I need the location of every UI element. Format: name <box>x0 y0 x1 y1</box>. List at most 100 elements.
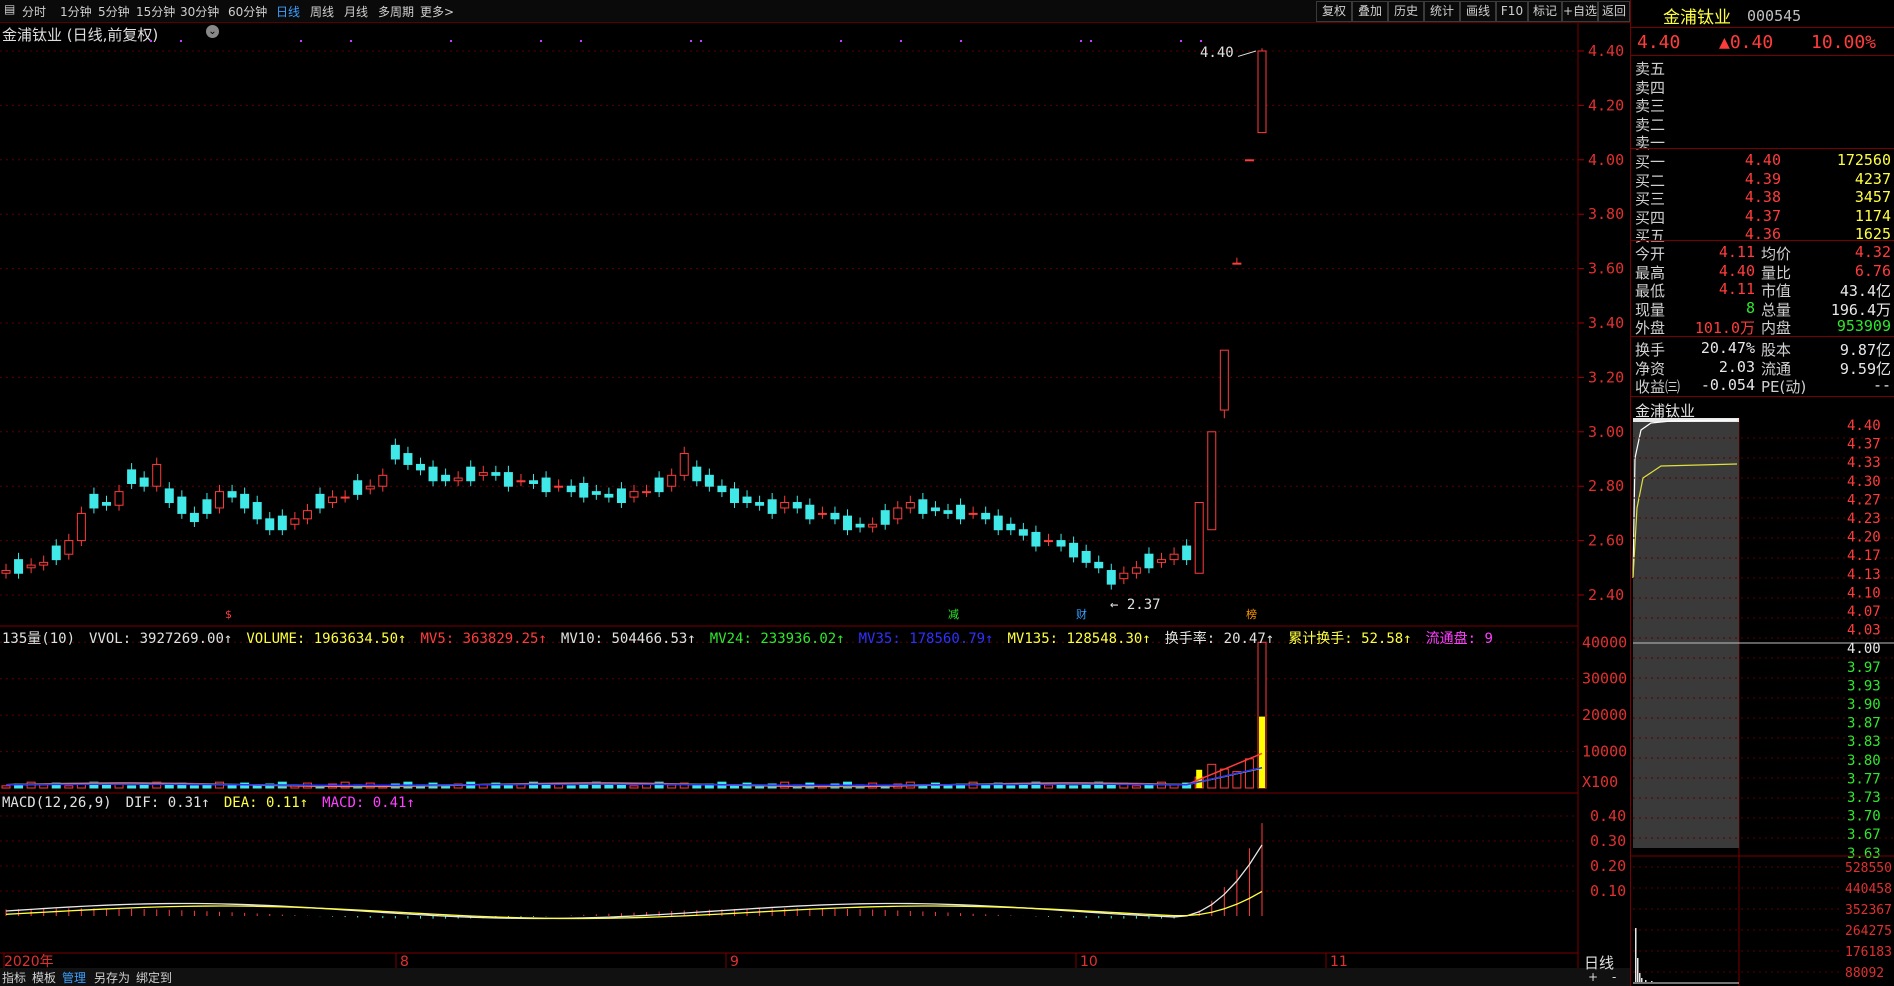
candle-body[interactable] <box>1144 553 1154 569</box>
candle-body[interactable] <box>265 518 275 531</box>
candle-body[interactable] <box>1244 159 1254 162</box>
candle-body[interactable] <box>1006 523 1016 531</box>
candle-body[interactable] <box>717 485 727 493</box>
candle-body[interactable] <box>390 444 400 460</box>
candle-body[interactable] <box>968 512 978 515</box>
candle-body[interactable] <box>503 472 513 487</box>
candle-body[interactable] <box>1106 570 1116 585</box>
candle-body[interactable] <box>843 515 853 531</box>
toolbar-action-3[interactable]: 统计 <box>1424 1 1460 22</box>
candle-body[interactable] <box>64 540 74 555</box>
toolbar-action-2[interactable]: 历史 <box>1388 1 1424 22</box>
candle-body[interactable] <box>114 491 124 506</box>
candle-body[interactable] <box>227 491 237 498</box>
menu-icon[interactable]: ▤ <box>4 2 15 16</box>
candle-body[interactable] <box>415 463 425 471</box>
candle-body[interactable] <box>1169 553 1179 561</box>
candle-body[interactable] <box>868 523 878 528</box>
candle-body[interactable] <box>1069 542 1079 558</box>
candle-body[interactable] <box>101 502 111 506</box>
period-tab-3[interactable]: 15分钟 <box>136 3 175 20</box>
candle-body[interactable] <box>604 493 614 498</box>
bottom-tab-3[interactable]: 另存为 <box>94 969 130 986</box>
period-tab-4[interactable]: 30分钟 <box>180 3 219 20</box>
period-tab-6[interactable]: 日线 <box>276 3 300 20</box>
period-tab-9[interactable]: 多周期 <box>378 3 414 20</box>
candle-body[interactable] <box>139 477 149 487</box>
candle-body[interactable] <box>981 512 991 520</box>
candle-body[interactable] <box>14 559 24 574</box>
candle-body[interactable] <box>780 502 790 509</box>
candle-body[interactable] <box>1056 540 1066 547</box>
toolbar-action-1[interactable]: 叠加 <box>1352 1 1388 22</box>
candle-body[interactable] <box>478 472 488 476</box>
candle-body[interactable] <box>365 485 375 490</box>
candle-body[interactable] <box>39 561 49 566</box>
candle-body[interactable] <box>152 463 162 487</box>
candle-body[interactable] <box>428 466 438 482</box>
candle-body[interactable] <box>943 510 953 514</box>
candle-body[interactable] <box>378 474 388 487</box>
candle-body[interactable] <box>855 523 865 528</box>
candle-body[interactable] <box>127 469 137 484</box>
candle-body[interactable] <box>466 466 476 482</box>
candle-body[interactable] <box>1232 262 1242 265</box>
candle-body[interactable] <box>616 488 626 504</box>
candle-body[interactable] <box>1119 572 1129 580</box>
toolbar-action-4[interactable]: 画线 <box>1460 1 1496 22</box>
candle-body[interactable] <box>164 488 174 504</box>
candle-body[interactable] <box>89 493 99 509</box>
candle-body[interactable] <box>805 504 815 520</box>
candle-body[interactable] <box>742 496 752 504</box>
kline-chart-area[interactable]: 金浦钛业 (日线,前复权) ⌄ 4.40 4.20 4.00 3.80 3.60 3.40… <box>0 23 1630 985</box>
candle-body[interactable] <box>893 507 903 520</box>
zoom-out-icon[interactable]: - <box>1612 970 1616 984</box>
candle-body[interactable] <box>1194 502 1204 574</box>
candle-body[interactable] <box>189 512 199 523</box>
event-marker[interactable]: 榜 <box>1246 607 1257 621</box>
candle-body[interactable] <box>353 480 363 495</box>
candle-body[interactable] <box>252 502 262 520</box>
period-tab-2[interactable]: 5分钟 <box>98 3 130 20</box>
candle-body[interactable] <box>1157 559 1167 563</box>
candle-body[interactable] <box>1018 529 1028 536</box>
candle-body[interactable] <box>729 488 739 504</box>
candle-body[interactable] <box>692 466 702 482</box>
candle-body[interactable] <box>817 512 827 515</box>
candle-body[interactable] <box>930 507 940 512</box>
candle-body[interactable] <box>240 493 250 509</box>
toolbar-action-6[interactable]: 标记 <box>1528 1 1562 22</box>
candle-body[interactable] <box>704 474 714 487</box>
period-tab-1[interactable]: 1分钟 <box>60 3 92 20</box>
candle-body[interactable] <box>1182 545 1192 561</box>
candle-body[interactable] <box>1207 431 1217 531</box>
candle-body[interactable] <box>277 515 287 531</box>
candle-body[interactable] <box>529 480 539 484</box>
candle-body[interactable] <box>905 502 915 509</box>
candle-body[interactable] <box>642 491 652 494</box>
candle-body[interactable] <box>1094 561 1104 569</box>
candle-body[interactable] <box>792 502 802 509</box>
period-tab-0[interactable]: 分时 <box>22 3 46 20</box>
candle-body[interactable] <box>667 474 677 487</box>
candle-body[interactable] <box>1031 531 1041 547</box>
kline-svg[interactable]: 4.40 4.20 4.00 3.80 3.60 3.40 3.20 3.00 2.80 2.60… <box>0 23 1630 968</box>
candle-body[interactable] <box>1 570 11 574</box>
toolbar-action-5[interactable]: F10 <box>1496 1 1528 22</box>
candle-body[interactable] <box>202 499 212 514</box>
candle-body[interactable] <box>629 491 639 498</box>
candle-body[interactable] <box>516 480 526 483</box>
candle-body[interactable] <box>215 491 225 509</box>
candle-body[interactable] <box>541 477 551 493</box>
candle-body[interactable] <box>26 564 36 569</box>
event-marker[interactable]: $ <box>225 608 232 621</box>
candle-body[interactable] <box>1081 550 1091 563</box>
candle-body[interactable] <box>491 472 501 476</box>
candle-body[interactable] <box>554 485 564 488</box>
candle-body[interactable] <box>566 485 576 493</box>
period-tab-7[interactable]: 周线 <box>310 3 334 20</box>
bottom-tab-4[interactable]: 绑定到 <box>136 969 172 986</box>
candle-body[interactable] <box>679 453 689 476</box>
candle-body[interactable] <box>591 491 601 495</box>
candle-body[interactable] <box>1131 567 1141 574</box>
